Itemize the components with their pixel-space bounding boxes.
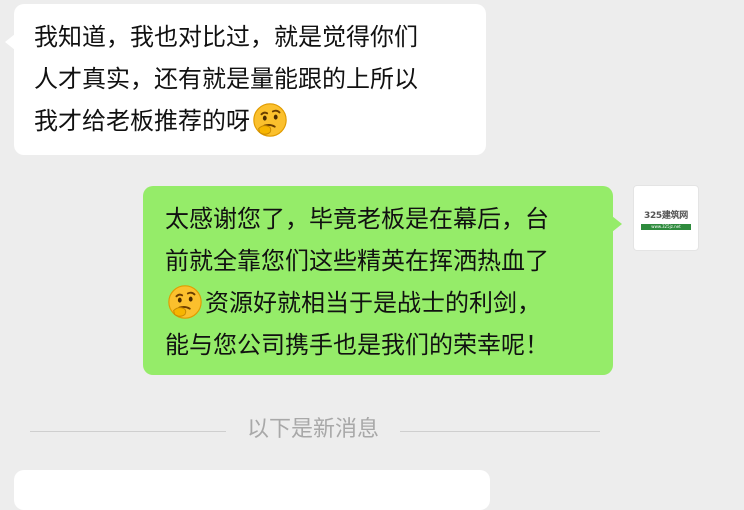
avatar[interactable]: 325建筑网 www.325jz.net [633,185,699,251]
avatar-logo-text: 325建筑网 [644,211,688,221]
message-line: 太感谢您了，毕竟老板是在幕后，台 [165,205,549,233]
divider-line [400,431,600,432]
thinking-face-icon [166,283,204,321]
message-line: 资源好就相当于是战士的利剑， [205,289,541,317]
message-line: 能与您公司携手也是我们的荣幸呢！ [165,331,549,359]
avatar-logo-strip: www.325jz.net [641,224,691,230]
chat-area: 我知道，我也对比过，就是觉得你们 人才真实，还有就是量能跟的上所以 我才给老板推… [0,0,744,510]
message-line: 我才给老板推荐的呀 [34,107,250,135]
outgoing-message-bubble[interactable]: 太感谢您了，毕竟老板是在幕后，台 前就全靠您们这些精英在挥洒热血了 资源好就相当… [143,186,622,375]
new-messages-divider: 以下是新消息 [0,410,744,446]
message-line: 我知道，我也对比过，就是觉得你们 [34,23,418,51]
message-line: 人才真实，还有就是量能跟的上所以 [34,65,418,93]
thinking-face-icon [251,101,289,139]
new-messages-label: 以下是新消息 [246,417,379,442]
incoming-message-bubble[interactable]: 我知道，我也对比过，就是觉得你们 人才真实，还有就是量能跟的上所以 我才给老板推… [5,4,486,155]
incoming-message-bubble[interactable] [14,470,490,510]
message-line: 前就全靠您们这些精英在挥洒热血了 [165,247,549,275]
divider-line [30,431,226,432]
